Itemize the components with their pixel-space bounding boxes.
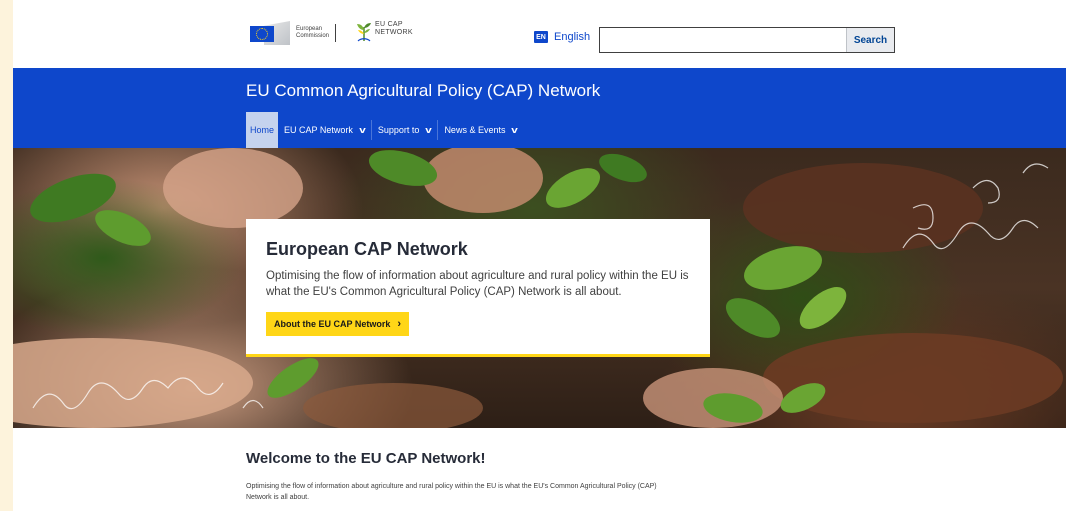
page: European Commission EU CAP NETWORK EN En…: [13, 0, 1066, 511]
chevron-down-icon: v: [511, 125, 519, 135]
nav-item-support-to[interactable]: Support to v: [372, 112, 438, 148]
site-header-band: EU Common Agricultural Policy (CAP) Netw…: [13, 68, 1066, 148]
top-header: European Commission EU CAP NETWORK EN En…: [13, 0, 1066, 68]
eu-flag-icon: [246, 21, 294, 45]
ec-logo-text: European Commission: [296, 26, 330, 39]
site-title[interactable]: EU Common Agricultural Policy (CAP) Netw…: [246, 81, 600, 101]
nav-item-eu-cap-network[interactable]: EU CAP Network v: [278, 112, 371, 148]
language-selector[interactable]: EN English: [534, 31, 590, 43]
welcome-text: Optimising the flow of information about…: [246, 483, 657, 501]
search-button[interactable]: Search: [846, 28, 894, 52]
welcome-title: Welcome to the EU CAP Network!: [246, 450, 486, 467]
chevron-right-icon: ›: [397, 318, 402, 330]
nav-item-label: Support to: [377, 125, 420, 135]
sprout-icon: [357, 23, 371, 42]
nav-item-label: Home: [250, 125, 275, 135]
about-eu-cap-network-button[interactable]: About the EU CAP Network ›: [266, 312, 410, 336]
nav-item-news-events[interactable]: News & Events v: [438, 112, 523, 148]
language-label: English: [554, 31, 591, 43]
chevron-down-icon: v: [359, 125, 366, 135]
search-input[interactable]: [600, 28, 846, 52]
welcome-section: Welcome to the EU CAP Network! Optimisin…: [246, 450, 846, 503]
eu-cap-network-logo[interactable]: EU CAP NETWORK: [354, 21, 413, 43]
main-navigation: Home EU CAP Network v Support to v News …: [246, 112, 523, 148]
logo-divider: [335, 24, 337, 42]
search-form: Search: [599, 27, 895, 53]
nav-item-label: News & Events: [444, 125, 506, 135]
hero-title: European CAP Network: [266, 239, 468, 259]
nav-item-label: EU CAP Network: [284, 125, 353, 135]
hero-banner: European CAP Network Optimising the flow…: [13, 148, 1066, 428]
hero-description: Optimising the flow of information about…: [266, 270, 689, 298]
european-commission-logo[interactable]: European Commission: [246, 21, 337, 45]
language-code-badge: EN: [534, 31, 548, 43]
hero-card: European CAP Network Optimising the flow…: [246, 219, 710, 357]
chevron-down-icon: v: [425, 125, 433, 135]
cta-label: About the EU CAP Network: [274, 319, 391, 329]
cap-logo-text: EU CAP NETWORK: [375, 21, 413, 36]
nav-item-home[interactable]: Home: [246, 112, 279, 148]
